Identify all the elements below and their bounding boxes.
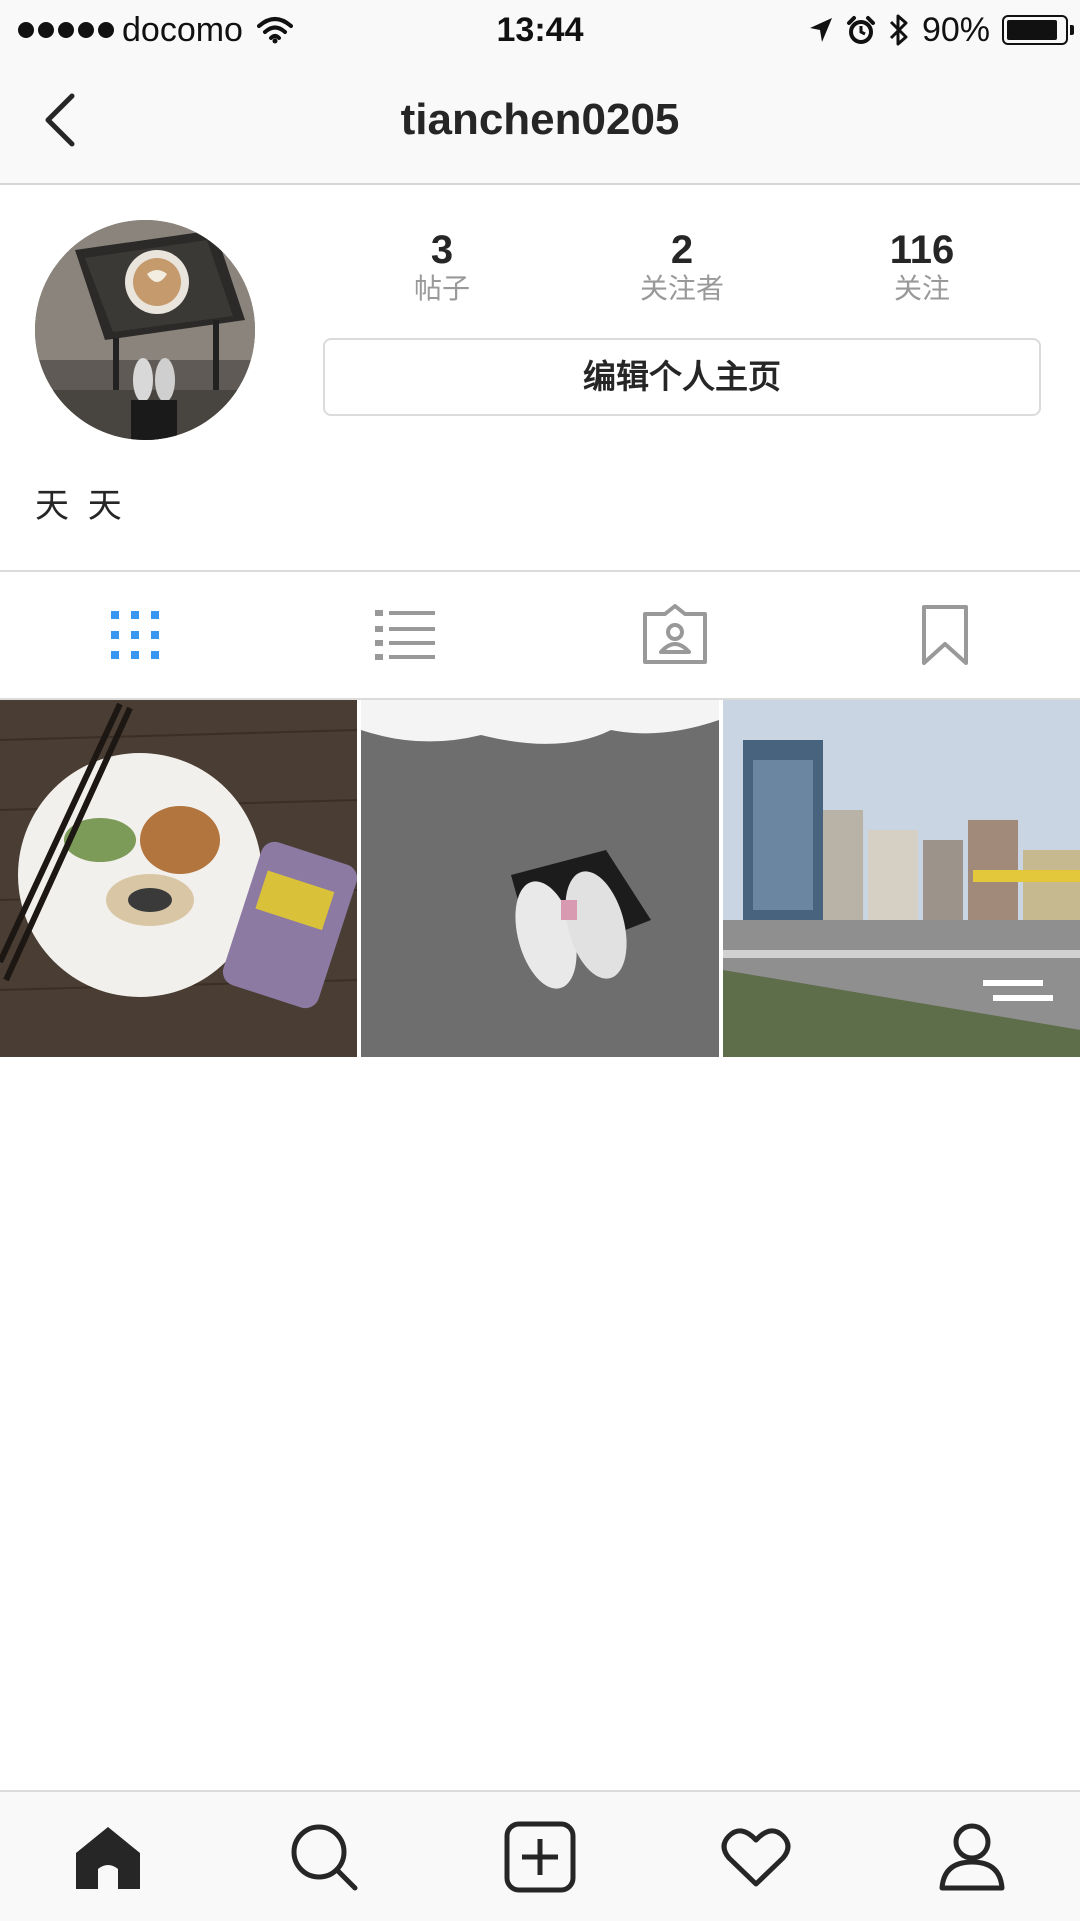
profile-stats: 3 帖子 2 关注者 116 关注 <box>322 228 1042 308</box>
post-thumbnail-sneakers[interactable] <box>361 700 719 1057</box>
page-title: tianchen0205 <box>400 95 680 144</box>
home-icon <box>76 1826 140 1889</box>
alarm-icon <box>846 16 875 44</box>
stat-count: 3 <box>430 228 454 272</box>
post-thumbnail-food[interactable] <box>0 700 358 1057</box>
nav-home[interactable] <box>0 1792 216 1921</box>
stat-count: 116 <box>889 228 955 272</box>
nav-new-post[interactable] <box>432 1792 648 1921</box>
post-grid <box>0 700 1080 1057</box>
status-right: 90% <box>808 8 1074 52</box>
nav-profile[interactable] <box>864 1792 1080 1921</box>
stat-count: 2 <box>670 228 694 272</box>
nav-activity[interactable] <box>648 1792 864 1921</box>
bottom-tab-bar <box>0 1790 1080 1921</box>
nav-search[interactable] <box>216 1792 432 1921</box>
profile-icon <box>939 1823 1005 1890</box>
bookmark-icon <box>922 605 968 665</box>
nav-bar: tianchen0205 <box>0 60 1080 185</box>
heart-icon <box>721 1827 791 1886</box>
profile-full-name: 天 天 <box>35 486 126 526</box>
post-image <box>0 700 358 1057</box>
list-icon <box>375 610 435 660</box>
battery-icon <box>1002 15 1074 45</box>
tagged-icon <box>643 604 707 664</box>
add-post-icon <box>504 1821 576 1892</box>
post-thumbnail-street[interactable] <box>722 700 1080 1057</box>
post-image <box>722 700 1080 1057</box>
search-icon <box>291 1824 358 1890</box>
followers-count-stat[interactable]: 2 关注者 <box>562 228 802 308</box>
post-image <box>361 700 719 1057</box>
tab-grid[interactable] <box>0 572 270 698</box>
following-count-stat[interactable]: 116 关注 <box>802 228 1042 308</box>
battery-percent: 90% <box>921 10 990 49</box>
tab-saved[interactable] <box>810 572 1080 698</box>
avatar[interactable] <box>35 220 255 440</box>
tab-list[interactable] <box>270 572 540 698</box>
edit-profile-button[interactable]: 编辑个人主页 <box>323 338 1041 416</box>
posts-count-stat[interactable]: 3 帖子 <box>322 228 562 308</box>
stat-label: 关注 <box>893 273 950 304</box>
avatar-image <box>35 220 255 440</box>
status-bar: docomo 13:44 90% <box>0 0 1080 60</box>
bluetooth-icon <box>889 14 908 46</box>
location-arrow-icon <box>809 18 832 42</box>
stat-label: 帖子 <box>413 273 470 304</box>
battery-fill <box>1007 20 1058 40</box>
stat-label: 关注者 <box>639 273 724 304</box>
profile-tab-bar <box>0 570 1080 700</box>
grid-icon <box>111 611 159 659</box>
tab-tagged[interactable] <box>540 572 810 698</box>
